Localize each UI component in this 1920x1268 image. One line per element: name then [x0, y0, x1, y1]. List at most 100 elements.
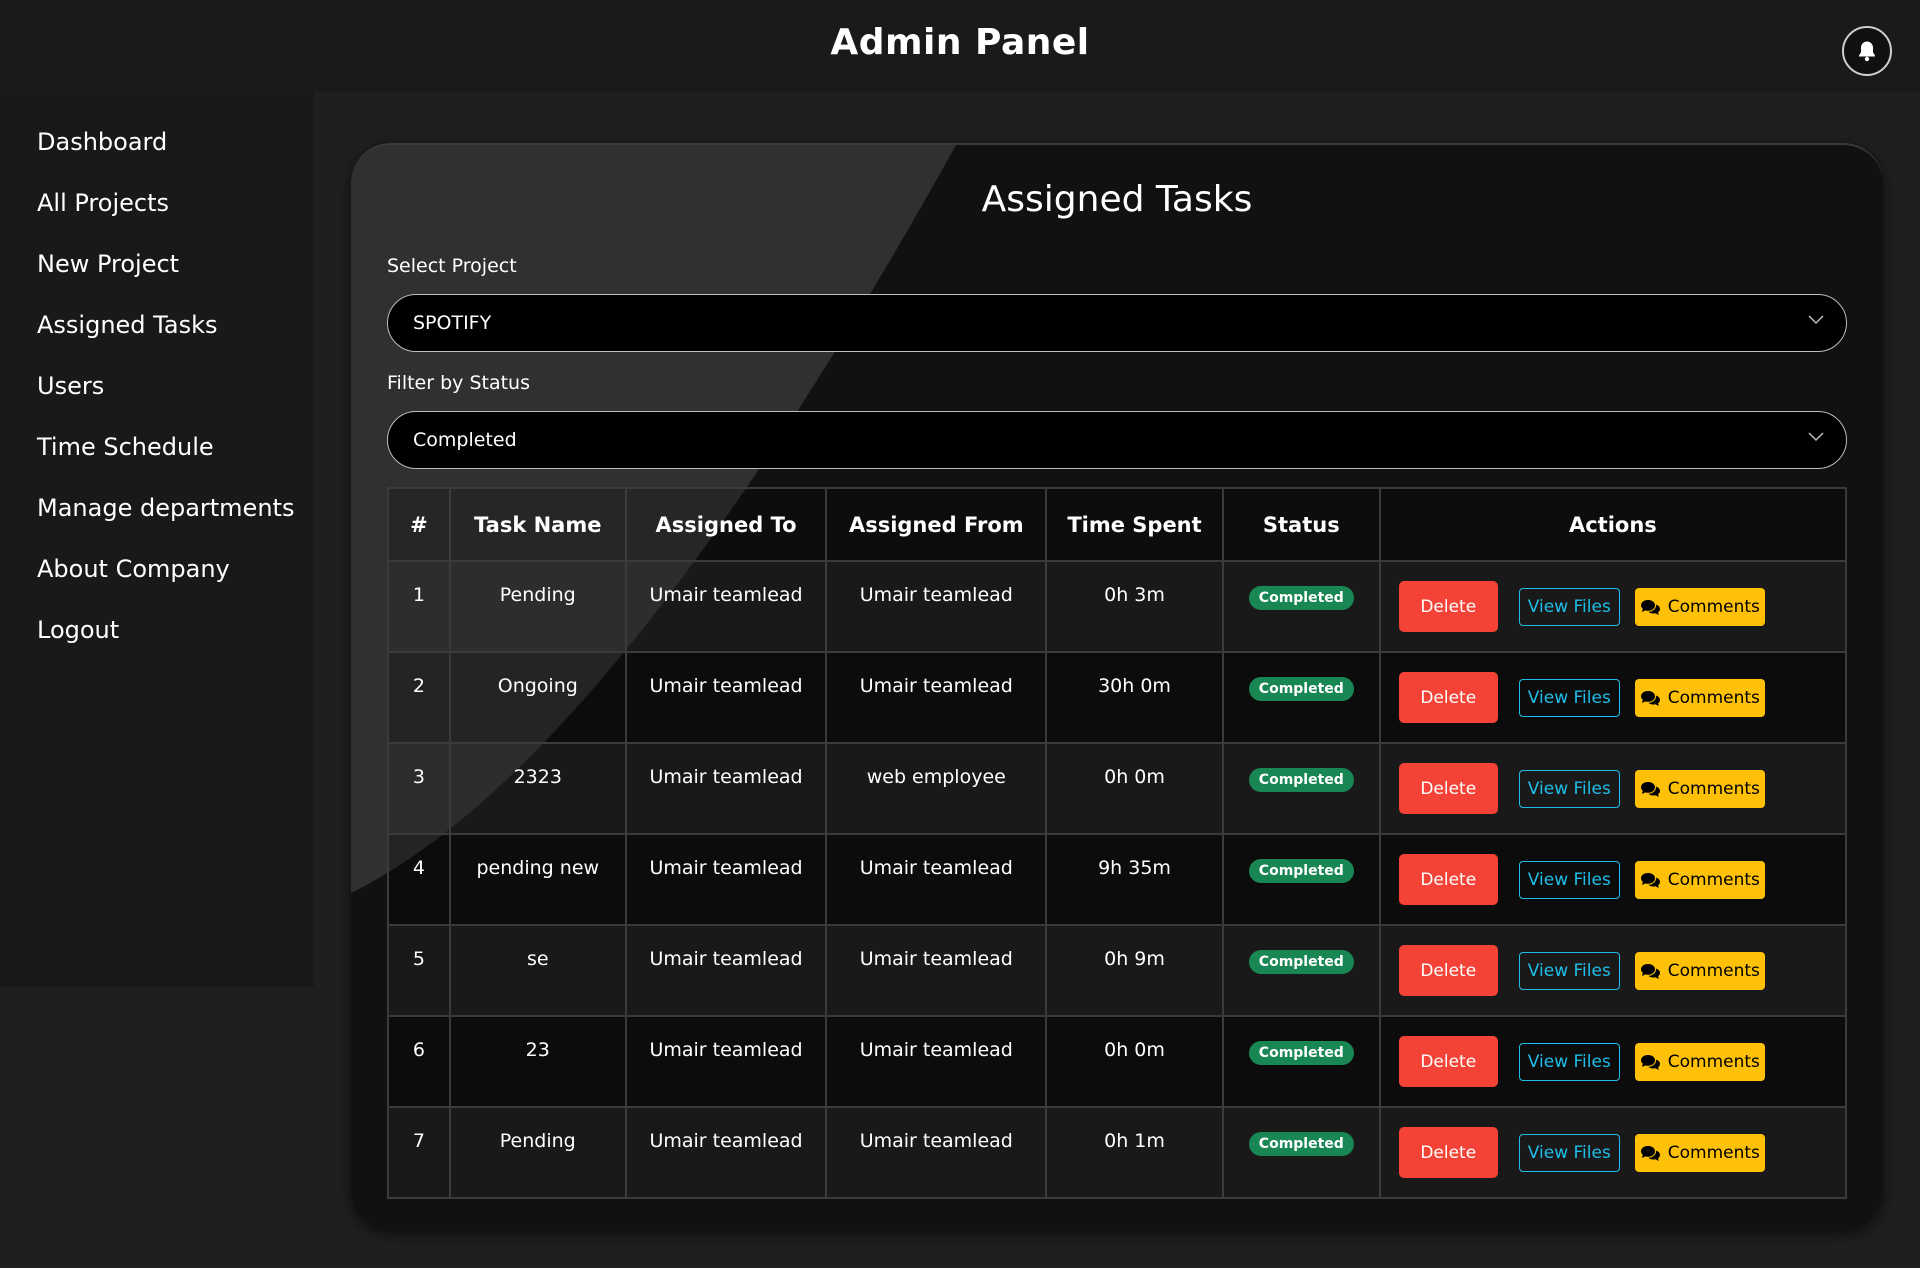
comments-icon: [1640, 1145, 1660, 1161]
task-name: Ongoing: [448, 651, 627, 744]
comments-icon: [1640, 1054, 1660, 1070]
table-row: 4 pending new Umair teamlead Umair teaml…: [387, 833, 1848, 926]
time-spent: 0h 0m: [1045, 742, 1224, 835]
comments-label: Comments: [1667, 1051, 1760, 1072]
assigned-from: Umair teamlead: [825, 560, 1048, 653]
row-number: 4: [387, 833, 451, 926]
column-header: #: [387, 487, 451, 562]
actions-cell: Delete View Files Comments: [1378, 560, 1848, 653]
comments-label: Comments: [1667, 778, 1760, 799]
column-header: Assigned To: [624, 487, 828, 562]
comments-label: Comments: [1667, 960, 1760, 981]
status-select-value: Completed: [413, 429, 517, 451]
actions-cell: Delete View Files Comments: [1378, 1015, 1848, 1108]
task-name: se: [448, 924, 627, 1017]
sidebar-item-dashboard[interactable]: Dashboard: [37, 128, 167, 156]
delete-button[interactable]: Delete: [1398, 672, 1498, 723]
column-header: Assigned From: [825, 487, 1048, 562]
comments-icon: [1640, 690, 1660, 706]
status-cell: Completed: [1221, 1015, 1381, 1108]
project-select[interactable]: SPOTIFY: [387, 294, 1847, 352]
sidebar: Dashboard All Projects New Project Assig…: [0, 92, 314, 987]
assigned-tasks-card: Assigned Tasks Select Project SPOTIFY Fi…: [351, 143, 1883, 1230]
sidebar-item-users[interactable]: Users: [37, 372, 104, 400]
bell-icon: [1859, 41, 1875, 62]
row-number: 2: [387, 651, 451, 744]
comments-icon: [1640, 781, 1660, 797]
table-row: 6 23 Umair teamlead Umair teamlead 0h 0m…: [387, 1015, 1848, 1108]
status-badge: Completed: [1248, 859, 1354, 883]
delete-button[interactable]: Delete: [1398, 854, 1498, 905]
column-header: Task Name: [448, 487, 627, 562]
delete-button[interactable]: Delete: [1398, 581, 1498, 632]
time-spent: 0h 9m: [1045, 924, 1224, 1017]
sidebar-item-new-project[interactable]: New Project: [37, 250, 179, 278]
sidebar-item-manage-departments[interactable]: Manage departments: [37, 494, 294, 522]
comments-button[interactable]: Comments: [1634, 1042, 1765, 1081]
comments-icon: [1640, 963, 1660, 979]
task-name: 23: [448, 1015, 627, 1108]
actions-cell: Delete View Files Comments: [1378, 833, 1848, 926]
view-files-button[interactable]: View Files: [1518, 1042, 1620, 1081]
actions-cell: Delete View Files Comments: [1378, 924, 1848, 1017]
comments-label: Comments: [1667, 869, 1760, 890]
assigned-from: Umair teamlead: [825, 924, 1048, 1017]
table-row: 7 Pending Umair teamlead Umair teamlead …: [387, 1106, 1848, 1199]
status-badge: Completed: [1248, 677, 1354, 701]
task-name: 2323: [448, 742, 627, 835]
row-number: 3: [387, 742, 451, 835]
status-filter-select[interactable]: Completed: [387, 411, 1847, 469]
delete-button[interactable]: Delete: [1398, 763, 1498, 814]
status-badge: Completed: [1248, 950, 1354, 974]
table-row: 1 Pending Umair teamlead Umair teamlead …: [387, 560, 1848, 653]
status-badge: Completed: [1248, 768, 1354, 792]
status-cell: Completed: [1221, 1106, 1381, 1199]
assigned-from: web employee: [825, 742, 1048, 835]
row-number: 6: [387, 1015, 451, 1108]
view-files-button[interactable]: View Files: [1518, 769, 1620, 808]
sidebar-item-time-schedule[interactable]: Time Schedule: [37, 433, 214, 461]
assigned-to: Umair teamlead: [624, 924, 828, 1017]
comments-icon: [1640, 872, 1660, 888]
sidebar-item-assigned-tasks[interactable]: Assigned Tasks: [37, 311, 217, 339]
assigned-from: Umair teamlead: [825, 651, 1048, 744]
comments-button[interactable]: Comments: [1634, 860, 1765, 899]
app-title: Admin Panel: [830, 22, 1090, 63]
view-files-button[interactable]: View Files: [1518, 678, 1620, 717]
top-bar: Admin Panel: [0, 0, 1920, 92]
actions-cell: Delete View Files Comments: [1378, 742, 1848, 835]
assigned-to: Umair teamlead: [624, 560, 828, 653]
comments-button[interactable]: Comments: [1634, 769, 1765, 808]
view-files-button[interactable]: View Files: [1518, 587, 1620, 626]
sidebar-item-all-projects[interactable]: All Projects: [37, 189, 169, 217]
delete-button[interactable]: Delete: [1398, 945, 1498, 996]
notifications-button[interactable]: [1842, 26, 1892, 76]
select-project-label: Select Project: [387, 255, 517, 277]
sidebar-item-logout[interactable]: Logout: [37, 616, 119, 644]
table-header-row: # Task Name Assigned To Assigned From Ti…: [387, 487, 1848, 562]
task-name: Pending: [448, 1106, 627, 1199]
chevron-down-icon: [1808, 432, 1824, 442]
sidebar-item-about-company[interactable]: About Company: [37, 555, 230, 583]
comments-button[interactable]: Comments: [1634, 951, 1765, 990]
delete-button[interactable]: Delete: [1398, 1036, 1498, 1087]
view-files-button[interactable]: View Files: [1518, 1133, 1620, 1172]
task-name: pending new: [448, 833, 627, 926]
assigned-to: Umair teamlead: [624, 833, 828, 926]
assigned-from: Umair teamlead: [825, 1106, 1048, 1199]
column-header: Status: [1221, 487, 1381, 562]
status-badge: Completed: [1248, 1041, 1354, 1065]
comments-button[interactable]: Comments: [1634, 678, 1765, 717]
comments-label: Comments: [1667, 1142, 1760, 1163]
view-files-button[interactable]: View Files: [1518, 951, 1620, 990]
comments-button[interactable]: Comments: [1634, 1133, 1765, 1172]
comments-button[interactable]: Comments: [1634, 587, 1765, 626]
table-row: 5 se Umair teamlead Umair teamlead 0h 9m…: [387, 924, 1848, 1017]
task-name: Pending: [448, 560, 627, 653]
delete-button[interactable]: Delete: [1398, 1127, 1498, 1178]
column-header: Actions: [1378, 487, 1848, 562]
assigned-to: Umair teamlead: [624, 1106, 828, 1199]
view-files-button[interactable]: View Files: [1518, 860, 1620, 899]
assigned-to: Umair teamlead: [624, 651, 828, 744]
assigned-to: Umair teamlead: [624, 742, 828, 835]
